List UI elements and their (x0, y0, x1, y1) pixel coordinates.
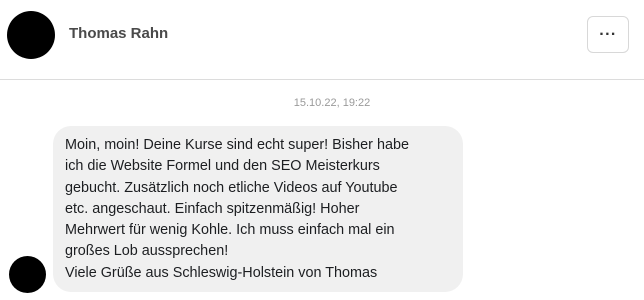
message-text-line: etc. angeschaut. Einfach spitzenmäßig! H… (65, 200, 360, 217)
message-text-line: Viele Grüße aus Schleswig-Holstein von T… (65, 264, 378, 281)
message-bubble: Moin, moin! Deine Kurse sind echt super!… (53, 126, 463, 292)
more-options-button[interactable]: ··· (587, 16, 629, 53)
message-text-line: gebucht. Zusätzlich noch etliche Videos … (65, 179, 398, 196)
message-timestamp: 15.10.22, 19:22 (293, 97, 371, 109)
messenger-conversation: Thomas Rahn ··· 15.10.22, 19:22 Moin, mo… (0, 0, 644, 300)
contact-avatar[interactable] (7, 11, 55, 59)
message-text-line: großes Lob aussprechen! (65, 243, 229, 260)
conversation-header: Thomas Rahn ··· (0, 0, 644, 80)
contact-name[interactable]: Thomas Rahn (69, 25, 168, 43)
sender-avatar[interactable] (9, 256, 46, 293)
message-text-line: Moin, moin! Deine Kurse sind echt super!… (65, 137, 409, 153)
more-horizontal-icon: ··· (599, 25, 617, 43)
message-text-line: Mehrwert für wenig Kohle. Ich muss einfa… (65, 222, 395, 239)
message-text-line: ich die Website Formel und den SEO Meist… (65, 158, 380, 175)
